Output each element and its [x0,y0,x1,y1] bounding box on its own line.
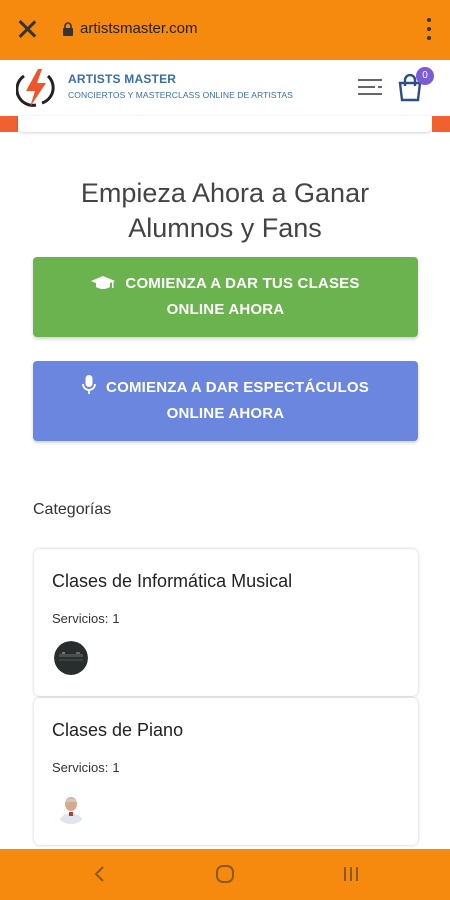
close-icon[interactable] [16,18,38,40]
recent-apps-icon[interactable] [340,864,362,884]
start-classes-button[interactable]: COMIENZA A DAR TUS CLASES ONLINE AHORA [33,257,418,337]
category-title[interactable]: Clases de Informática Musical [52,571,292,592]
browser-toolbar: artistsmaster.com [0,0,450,60]
logo-icon[interactable] [16,67,56,109]
hero-title: Empieza Ahora a Ganar Alumnos y Fans [0,176,450,246]
microphone-icon [82,375,96,394]
services-count: Servicios: 1 [52,760,120,775]
start-classes-label-2: ONLINE AHORA [166,301,285,318]
home-icon[interactable] [215,864,235,884]
services-number: 1 [112,611,120,626]
start-shows-label-2: ONLINE AHORA [166,405,285,422]
cart-count-badge: 0 [416,67,434,85]
menu-icon[interactable] [358,77,382,97]
start-shows-label-1: COMIENZA A DAR ESPECTÁCULOS [106,379,369,396]
services-count: Servicios: 1 [52,611,120,626]
url-text[interactable]: artistsmaster.com [80,20,198,37]
services-label: Servicios: [52,760,109,775]
start-shows-button[interactable]: COMIENZA A DAR ESPECTÁCULOS ONLINE AHORA [33,361,418,441]
accent-strip-right [432,116,450,132]
category-avatar[interactable] [54,641,88,675]
more-vert-icon[interactable] [426,18,432,40]
graduation-cap-icon [91,276,116,289]
accent-strip-left [0,116,18,132]
services-label: Servicios: [52,611,109,626]
hero-title-line1: Empieza Ahora a Ganar [80,178,370,208]
brand-title[interactable]: ARTISTS MASTER [68,72,176,86]
brand-subtitle: CONCIERTOS Y MASTERCLASS ONLINE DE ARTIS… [68,90,293,100]
category-title[interactable]: Clases de Piano [52,720,183,741]
category-card[interactable]: Clases de Informática Musical Servicios:… [34,549,418,696]
lock-icon [63,22,73,36]
back-icon[interactable] [90,864,110,884]
services-number: 1 [112,760,120,775]
header-divider [18,116,432,132]
categories-heading: Categorías [33,501,112,518]
system-nav-bar [0,849,450,900]
category-card[interactable]: Clases de Piano Servicios: 1 [34,698,418,845]
category-avatar[interactable] [54,790,88,824]
site-header: ARTISTS MASTER CONCIERTOS Y MASTERCLASS … [0,60,450,116]
start-classes-label-1: COMIENZA A DAR TUS CLASES [125,275,360,292]
hero-title-line2: Alumnos y Fans [128,213,322,243]
